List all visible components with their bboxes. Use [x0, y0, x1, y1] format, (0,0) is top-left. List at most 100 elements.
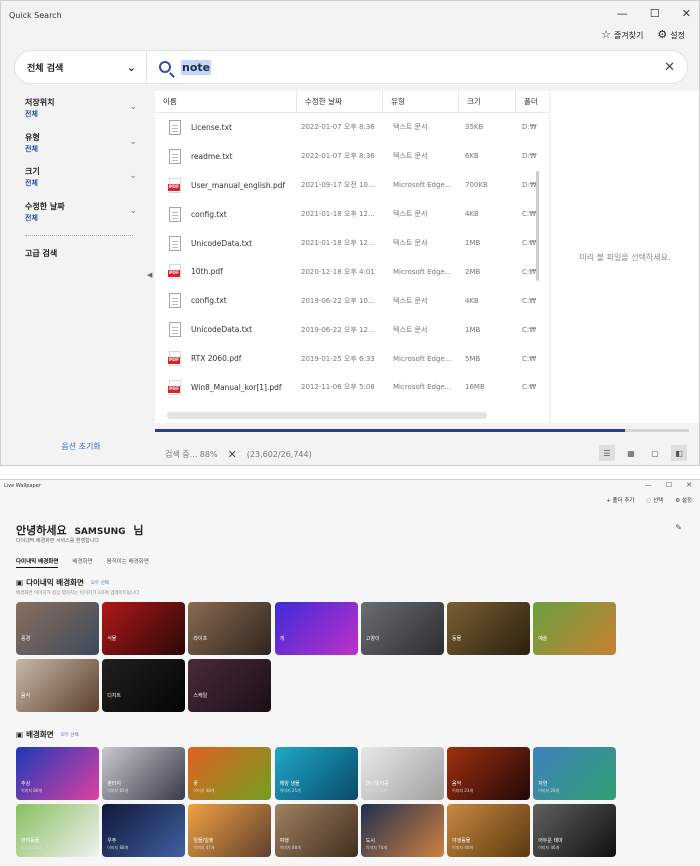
select-all-link[interactable]: 모두 선택: [61, 732, 79, 738]
search-input[interactable]: note ✕: [147, 59, 687, 75]
wallpaper-tile[interactable]: 우주 이미지 88개: [102, 804, 186, 857]
list-view-icon[interactable]: ☰: [599, 445, 615, 461]
minimize-icon[interactable]: —: [617, 7, 628, 20]
favorites-button[interactable]: ☆ 즐겨찾기: [601, 28, 643, 41]
wallpaper-tile[interactable]: 일몰/일출 이미지 47개: [188, 804, 272, 857]
view-mode-buttons: ☰ ▦ ▢ ◧: [599, 445, 687, 461]
wallpaper-tile[interactable]: 고양이: [360, 602, 444, 655]
tile-label: 추상: [21, 781, 31, 787]
filter-modified-date[interactable]: 수정한 날짜 전체 ⌄: [15, 195, 147, 230]
toolbar: + 폴더 추가 ◌ 선택 ⚙ 설정: [606, 496, 692, 504]
column-header-date[interactable]: 수정한 날짜: [297, 91, 383, 112]
stop-search-icon[interactable]: ✕: [228, 448, 237, 461]
maximize-icon[interactable]: ☐: [650, 7, 660, 20]
large-icon-view-icon[interactable]: ▢: [647, 445, 663, 461]
wallpaper-tile[interactable]: 어두운 테마 이미지 46개: [533, 804, 617, 857]
tile-label: 음식: [21, 693, 31, 699]
wallpaper-tile[interactable]: 도시 이미지 74개: [360, 804, 444, 857]
filter-type[interactable]: 유형 전체 ⌄: [15, 126, 147, 161]
wallpaper-tile[interactable]: 음식: [16, 659, 99, 712]
close-icon[interactable]: ✕: [686, 481, 692, 489]
scope-label: 전체 검색: [27, 63, 64, 74]
wallpaper-tile[interactable]: 해양 생물 이미지 25개: [274, 747, 358, 800]
wallpaper-tile[interactable]: 여행 이미지 88개: [274, 804, 358, 857]
close-icon[interactable]: ✕: [682, 7, 691, 20]
wallpaper-tile[interactable]: 미니멀리즘 이미지 30개: [360, 747, 444, 800]
table-row[interactable]: config.txt 2019-06-22 오후 10... 텍스트 문서 4KB C:…: [155, 286, 549, 315]
wallpaper-tile[interactable]: 추상 이미지 86개: [16, 747, 99, 800]
file-size: 5MB: [465, 354, 481, 363]
advanced-search-button[interactable]: 고급 검색: [15, 236, 147, 259]
wallpaper-tile[interactable]: 동물: [447, 602, 530, 655]
tile-count: 이미지 23개: [452, 788, 474, 793]
edit-icon[interactable]: ✎: [675, 523, 682, 532]
wallpaper-tile[interactable]: 음악 이미지 23개: [447, 747, 530, 800]
tile-label: 풍경: [21, 636, 31, 642]
file-size: 2MB: [465, 267, 481, 276]
wallpaper-tile[interactable]: 스케일: [188, 659, 272, 712]
wallpaper-tile[interactable]: 예술: [533, 602, 617, 655]
wallpaper-tile[interactable]: 식물: [102, 602, 186, 655]
search-bar: 전체 검색 ⌄ note ✕: [15, 51, 687, 83]
tile-label: 식물: [107, 636, 117, 642]
tab-dynamic-wallpaper[interactable]: 다이내믹 배경화면: [16, 557, 59, 568]
wallpaper-tile[interactable]: 라이프: [188, 602, 272, 655]
column-header-folder[interactable]: 폴더: [516, 91, 549, 112]
file-date: 2019-06-22 오후 10...: [301, 296, 375, 305]
wallpaper-tile[interactable]: 자연 이미지 28개: [533, 747, 617, 800]
preview-pane-toggle-icon[interactable]: ◧: [671, 445, 687, 461]
tile-count: 이미지 68개: [21, 845, 43, 850]
file-date: 2021-01-18 오후 12...: [301, 239, 375, 247]
filter-location[interactable]: 저장위치 전체 ⌄: [15, 91, 147, 126]
table-row[interactable]: 10th.pdf 2020-12-18 오후 4:01 Microsoft Edge…: [155, 257, 549, 286]
file-name: License.txt: [155, 119, 297, 135]
table-row[interactable]: User_manual_english.pdf 2021-09-17 오전 10.…: [155, 171, 549, 200]
column-header-name[interactable]: 이름: [155, 91, 297, 112]
tile-label: 여행: [279, 838, 289, 844]
search-query[interactable]: note: [181, 59, 212, 75]
text-file-icon: [169, 119, 181, 135]
table-row[interactable]: UnicodeData.txt 2021-01-18 오후 12... 텍스트 문서…: [155, 229, 549, 258]
table-row[interactable]: config.txt 2021-01-18 오후 12... 텍스트 문서 4KB C:…: [155, 200, 549, 229]
table-row[interactable]: License.txt 2022-01-07 오후 8:36 텍스트 문서 35KB D…: [155, 113, 549, 142]
file-name: RTX 2060.pdf: [155, 351, 297, 367]
wallpaper-tile[interactable]: 반려동물 이미지 68개: [16, 804, 99, 857]
reset-options-link[interactable]: 옵션 초기화: [15, 441, 147, 452]
wallpaper-tile[interactable]: 디지트: [102, 659, 186, 712]
select-button[interactable]: ◌ 선택: [647, 496, 664, 504]
clear-icon[interactable]: ✕: [664, 60, 675, 75]
file-size: 6KB: [465, 152, 479, 161]
tile-label: 판타지: [107, 781, 121, 787]
wallpaper-tile[interactable]: 판타지 이미지 85개: [102, 747, 186, 800]
table-row[interactable]: Win8_Manual_kor[1].pdf 2012-11-06 오후 5:08…: [155, 373, 549, 402]
collapse-panel-icon[interactable]: ◀: [147, 271, 152, 279]
select-all-link[interactable]: 모두 선택: [91, 580, 109, 586]
table-row[interactable]: readme.txt 2022-01-07 오후 8:36 텍스트 문서 6KB D:₩: [155, 142, 549, 171]
search-counts: (23,602/26,744): [246, 450, 312, 459]
horizontal-scrollbar[interactable]: [167, 412, 487, 419]
file-date: 2012-11-06 오후 5:08: [301, 383, 375, 392]
table-row[interactable]: RTX 2060.pdf 2019-01-25 오후 6:33 Microsoft …: [155, 344, 549, 373]
window-title: Quick Search: [9, 10, 62, 20]
wallpaper-tile[interactable]: 풍경: [16, 602, 99, 655]
wallpaper-tile[interactable]: 꽃 이미지 48개: [188, 747, 272, 800]
grid-view-icon[interactable]: ▦: [623, 445, 639, 461]
scope-dropdown[interactable]: 전체 검색 ⌄: [15, 51, 147, 83]
column-header-size[interactable]: 크기: [459, 91, 516, 112]
add-folder-button[interactable]: + 폴더 추가: [606, 496, 634, 504]
settings-button[interactable]: ⚙ 설정: [657, 28, 685, 41]
tab-live-wallpaper[interactable]: 움직이는 배경화면: [107, 557, 149, 568]
maximize-icon[interactable]: ☐: [666, 481, 672, 489]
file-date: 2021-09-17 오전 10...: [301, 181, 375, 190]
minimize-icon[interactable]: —: [645, 481, 652, 489]
tab-wallpaper[interactable]: 배경화면: [72, 557, 92, 568]
vertical-scrollbar[interactable]: [536, 171, 539, 281]
file-folder: C:₩: [522, 296, 537, 305]
settings-button[interactable]: ⚙ 설정: [675, 496, 692, 504]
table-row[interactable]: UnicodeData.txt 2019-06-22 오후 12... 텍스트 문서…: [155, 315, 549, 344]
filter-size[interactable]: 크기 전체 ⌄: [15, 160, 147, 195]
wallpaper-tile[interactable]: 야생동물 이미지 46개: [447, 804, 530, 857]
wallpaper-tile[interactable]: 개: [274, 602, 358, 655]
column-header-type[interactable]: 유형: [383, 91, 459, 112]
file-type: Microsoft Edge...: [393, 181, 452, 190]
